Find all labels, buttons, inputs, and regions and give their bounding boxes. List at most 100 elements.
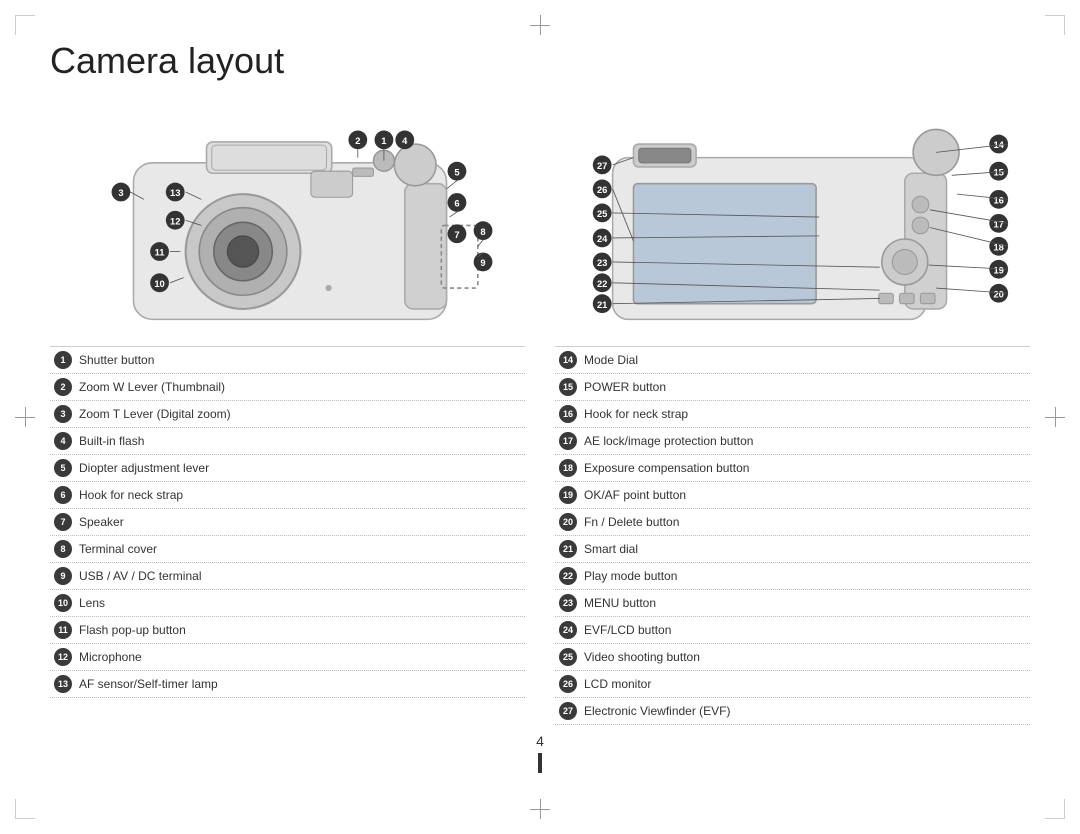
corner-mark-bl [15, 799, 35, 819]
svg-text:6: 6 [454, 198, 459, 209]
list-item: 17 AE lock/image protection button [555, 428, 1030, 455]
list-item: 21 Smart dial [555, 536, 1030, 563]
item-label-text: Video shooting button [584, 650, 700, 664]
page-title: Camera layout [50, 40, 1030, 82]
list-item: 11 Flash pop-up button [50, 617, 525, 644]
svg-text:13: 13 [170, 187, 180, 198]
corner-mark-br [1045, 799, 1065, 819]
item-label-text: Exposure compensation button [584, 461, 749, 475]
item-number-badge: 10 [54, 594, 72, 612]
item-number-badge: 16 [559, 405, 577, 423]
item-label-text: Hook for neck strap [584, 407, 688, 421]
item-label-text: Diopter adjustment lever [79, 461, 209, 475]
item-number-badge: 27 [559, 702, 577, 720]
list-item: 13 AF sensor/Self-timer lamp [50, 671, 525, 698]
camera-back-svg: 14 15 16 17 18 19 20 [550, 100, 1030, 330]
item-label-text: EVF/LCD button [584, 623, 671, 637]
item-label-text: Terminal cover [79, 542, 157, 556]
list-item: 12 Microphone [50, 644, 525, 671]
list-item: 16 Hook for neck strap [555, 401, 1030, 428]
svg-text:24: 24 [597, 233, 608, 244]
svg-text:19: 19 [993, 264, 1003, 275]
corner-mark-tr [1045, 15, 1065, 35]
svg-text:8: 8 [480, 226, 485, 237]
item-number-badge: 11 [54, 621, 72, 639]
list-item: 18 Exposure compensation button [555, 455, 1030, 482]
list-item: 23 MENU button [555, 590, 1030, 617]
item-number-badge: 6 [54, 486, 72, 504]
list-item: 8 Terminal cover [50, 536, 525, 563]
item-number-badge: 23 [559, 594, 577, 612]
item-label-text: Electronic Viewfinder (EVF) [584, 704, 731, 718]
crosshair-right [1045, 407, 1065, 427]
left-legend-list: 1 Shutter button 2 Zoom W Lever (Thumbna… [50, 346, 525, 725]
svg-text:22: 22 [597, 278, 607, 289]
list-item: 15 POWER button [555, 374, 1030, 401]
svg-text:2: 2 [355, 135, 360, 146]
crosshair-left [15, 407, 35, 427]
list-item: 10 Lens [50, 590, 525, 617]
list-item: 20 Fn / Delete button [555, 509, 1030, 536]
list-item: 25 Video shooting button [555, 644, 1030, 671]
item-label-text: Mode Dial [584, 353, 638, 367]
item-label-text: Play mode button [584, 569, 677, 583]
item-number-badge: 20 [559, 513, 577, 531]
svg-text:27: 27 [597, 160, 607, 171]
item-number-badge: 21 [559, 540, 577, 558]
item-label-text: Speaker [79, 515, 124, 529]
svg-text:10: 10 [154, 278, 164, 289]
item-number-badge: 2 [54, 378, 72, 396]
item-number-badge: 25 [559, 648, 577, 666]
list-item: 7 Speaker [50, 509, 525, 536]
right-legend-list: 14 Mode Dial 15 POWER button 16 Hook for… [555, 346, 1030, 725]
item-number-badge: 15 [559, 378, 577, 396]
item-label-text: Smart dial [584, 542, 638, 556]
list-item: 14 Mode Dial [555, 347, 1030, 374]
camera-back-diagram: 14 15 16 17 18 19 20 [550, 100, 1030, 330]
svg-text:1: 1 [381, 135, 386, 146]
item-number-badge: 19 [559, 486, 577, 504]
crosshair-bottom [530, 799, 550, 819]
page-number: 4 [50, 733, 1030, 773]
item-label-text: Lens [79, 596, 105, 610]
svg-text:7: 7 [454, 229, 459, 240]
svg-text:20: 20 [993, 288, 1003, 299]
item-number-badge: 8 [54, 540, 72, 558]
cameras-row: 1 2 3 4 5 6 7 8 [50, 100, 1030, 330]
item-number-badge: 12 [54, 648, 72, 666]
list-item: 26 LCD monitor [555, 671, 1030, 698]
item-label-text: Shutter button [79, 353, 154, 367]
item-number-badge: 4 [54, 432, 72, 450]
svg-text:26: 26 [597, 184, 607, 195]
svg-text:25: 25 [597, 208, 607, 219]
list-item: 1 Shutter button [50, 347, 525, 374]
svg-text:17: 17 [993, 219, 1003, 230]
item-label-text: Built-in flash [79, 434, 144, 448]
item-number-badge: 24 [559, 621, 577, 639]
item-number-badge: 5 [54, 459, 72, 477]
item-label-text: LCD monitor [584, 677, 651, 691]
item-label-text: Zoom W Lever (Thumbnail) [79, 380, 225, 394]
item-number-badge: 13 [54, 675, 72, 693]
camera-front-diagram: 1 2 3 4 5 6 7 8 [50, 100, 530, 330]
svg-text:9: 9 [480, 257, 485, 268]
list-item: 5 Diopter adjustment lever [50, 455, 525, 482]
item-number-badge: 1 [54, 351, 72, 369]
svg-text:16: 16 [993, 195, 1003, 206]
item-number-badge: 7 [54, 513, 72, 531]
item-number-badge: 3 [54, 405, 72, 423]
item-label-text: Flash pop-up button [79, 623, 186, 637]
list-item: 19 OK/AF point button [555, 482, 1030, 509]
item-label-text: POWER button [584, 380, 666, 394]
item-label-text: Hook for neck strap [79, 488, 183, 502]
svg-text:3: 3 [118, 187, 123, 198]
item-number-badge: 17 [559, 432, 577, 450]
crosshair-top [530, 15, 550, 35]
item-label-text: Zoom T Lever (Digital zoom) [79, 407, 231, 421]
item-label-text: AE lock/image protection button [584, 434, 753, 448]
item-number-badge: 18 [559, 459, 577, 477]
svg-text:21: 21 [597, 299, 607, 310]
list-item: 9 USB / AV / DC terminal [50, 563, 525, 590]
svg-text:23: 23 [597, 257, 607, 268]
item-number-badge: 14 [559, 351, 577, 369]
